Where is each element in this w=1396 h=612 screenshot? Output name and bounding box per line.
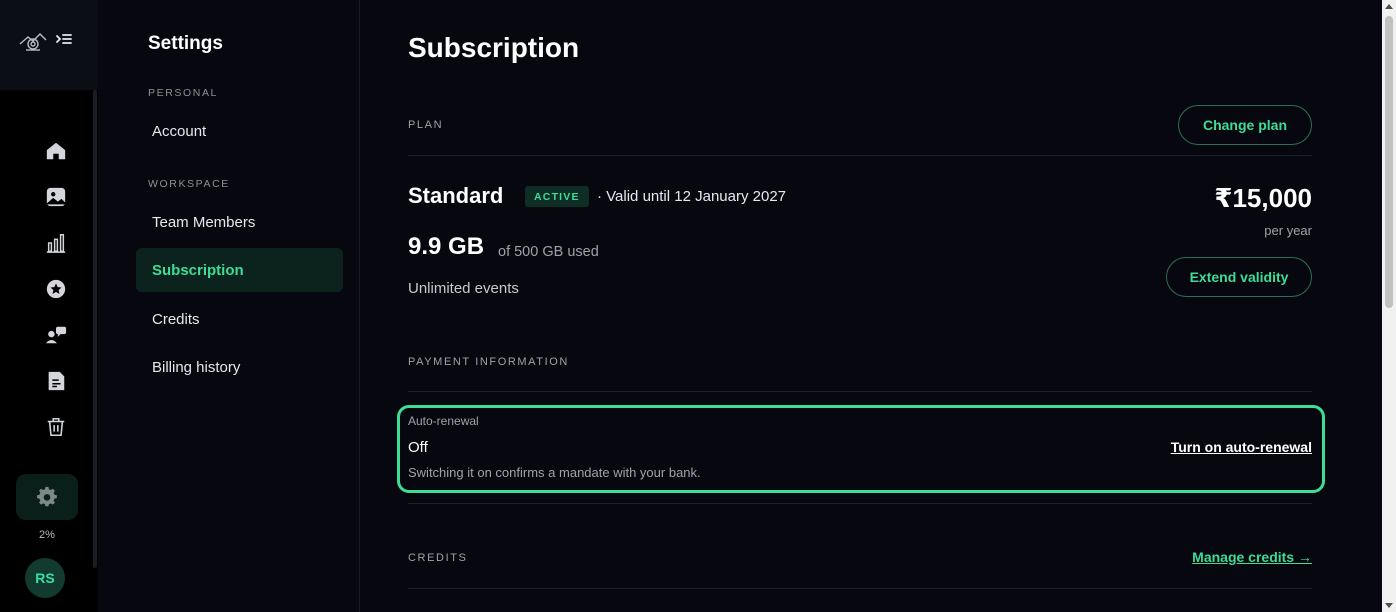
billing-period: per year [1264, 223, 1312, 238]
manage-credits-link[interactable]: Manage credits → [1192, 549, 1312, 565]
nav-item-account[interactable]: Account [136, 109, 343, 153]
nav-item-credits[interactable]: Credits [136, 297, 343, 341]
nav-section-workspace: WORKSPACE [148, 178, 230, 190]
storage-used: 9.9 GB [408, 233, 485, 260]
avatar[interactable]: RS [25, 558, 65, 598]
auto-renewal-label: Auto-renewal [408, 414, 479, 428]
favorites-icon[interactable] [44, 277, 68, 301]
divider [408, 588, 1312, 589]
analytics-icon[interactable] [44, 231, 68, 255]
payment-section-label: PAYMENT INFORMATION [408, 356, 569, 368]
document-icon[interactable] [44, 369, 68, 393]
credits-section-label: CREDITS [408, 552, 468, 564]
nav-section-personal: PERSONAL [148, 87, 218, 99]
page-title: Subscription [408, 32, 580, 63]
subscription-panel: Subscription PLAN Change plan Standard A… [360, 0, 1382, 612]
collapse-menu-icon[interactable] [55, 32, 73, 48]
rail-scrollbar[interactable] [93, 90, 97, 568]
change-plan-button[interactable]: Change plan [1178, 105, 1312, 145]
scrollbar-thumb[interactable] [1385, 16, 1393, 308]
team-chat-icon[interactable] [44, 323, 68, 347]
rail-header [0, 0, 98, 90]
storage-usage-percent: 2% [39, 529, 55, 541]
auto-renewal-status: Off [408, 439, 428, 456]
divider [408, 391, 1312, 392]
turn-on-auto-renewal-link[interactable]: Turn on auto-renewal [1171, 439, 1312, 455]
trash-icon[interactable] [44, 415, 68, 439]
home-icon[interactable] [44, 139, 68, 163]
events-limit: Unlimited events [408, 280, 519, 297]
nav-item-subscription[interactable]: Subscription [136, 248, 343, 292]
logo-icon[interactable] [18, 30, 48, 52]
settings-title: Settings [148, 33, 223, 54]
gear-icon [37, 486, 57, 507]
plan-price: ₹15,000 [1214, 183, 1312, 213]
settings-nav-button[interactable] [16, 474, 78, 520]
storage-total: of 500 GB used [498, 244, 599, 260]
scroll-up-arrow-icon[interactable] [1385, 4, 1393, 9]
plan-name: Standard [408, 183, 504, 208]
nav-item-billing-history[interactable]: Billing history [136, 345, 343, 389]
gallery-icon[interactable] [44, 185, 68, 209]
divider [408, 155, 1312, 156]
page-scrollbar[interactable] [1382, 0, 1396, 612]
nav-item-team-members[interactable]: Team Members [136, 200, 343, 244]
icon-rail: 2% RS [0, 0, 98, 612]
scroll-down-arrow-icon[interactable] [1385, 603, 1393, 608]
plan-validity: · Valid until 12 January 2027 [597, 188, 787, 205]
settings-nav: Settings PERSONAL Account WORKSPACE Team… [98, 0, 360, 612]
status-badge: ACTIVE [525, 186, 589, 207]
divider [408, 503, 1312, 504]
plan-section-label: PLAN [408, 119, 444, 131]
extend-validity-button[interactable]: Extend validity [1166, 257, 1312, 297]
auto-renewal-note: Switching it on confirms a mandate with … [408, 465, 701, 480]
